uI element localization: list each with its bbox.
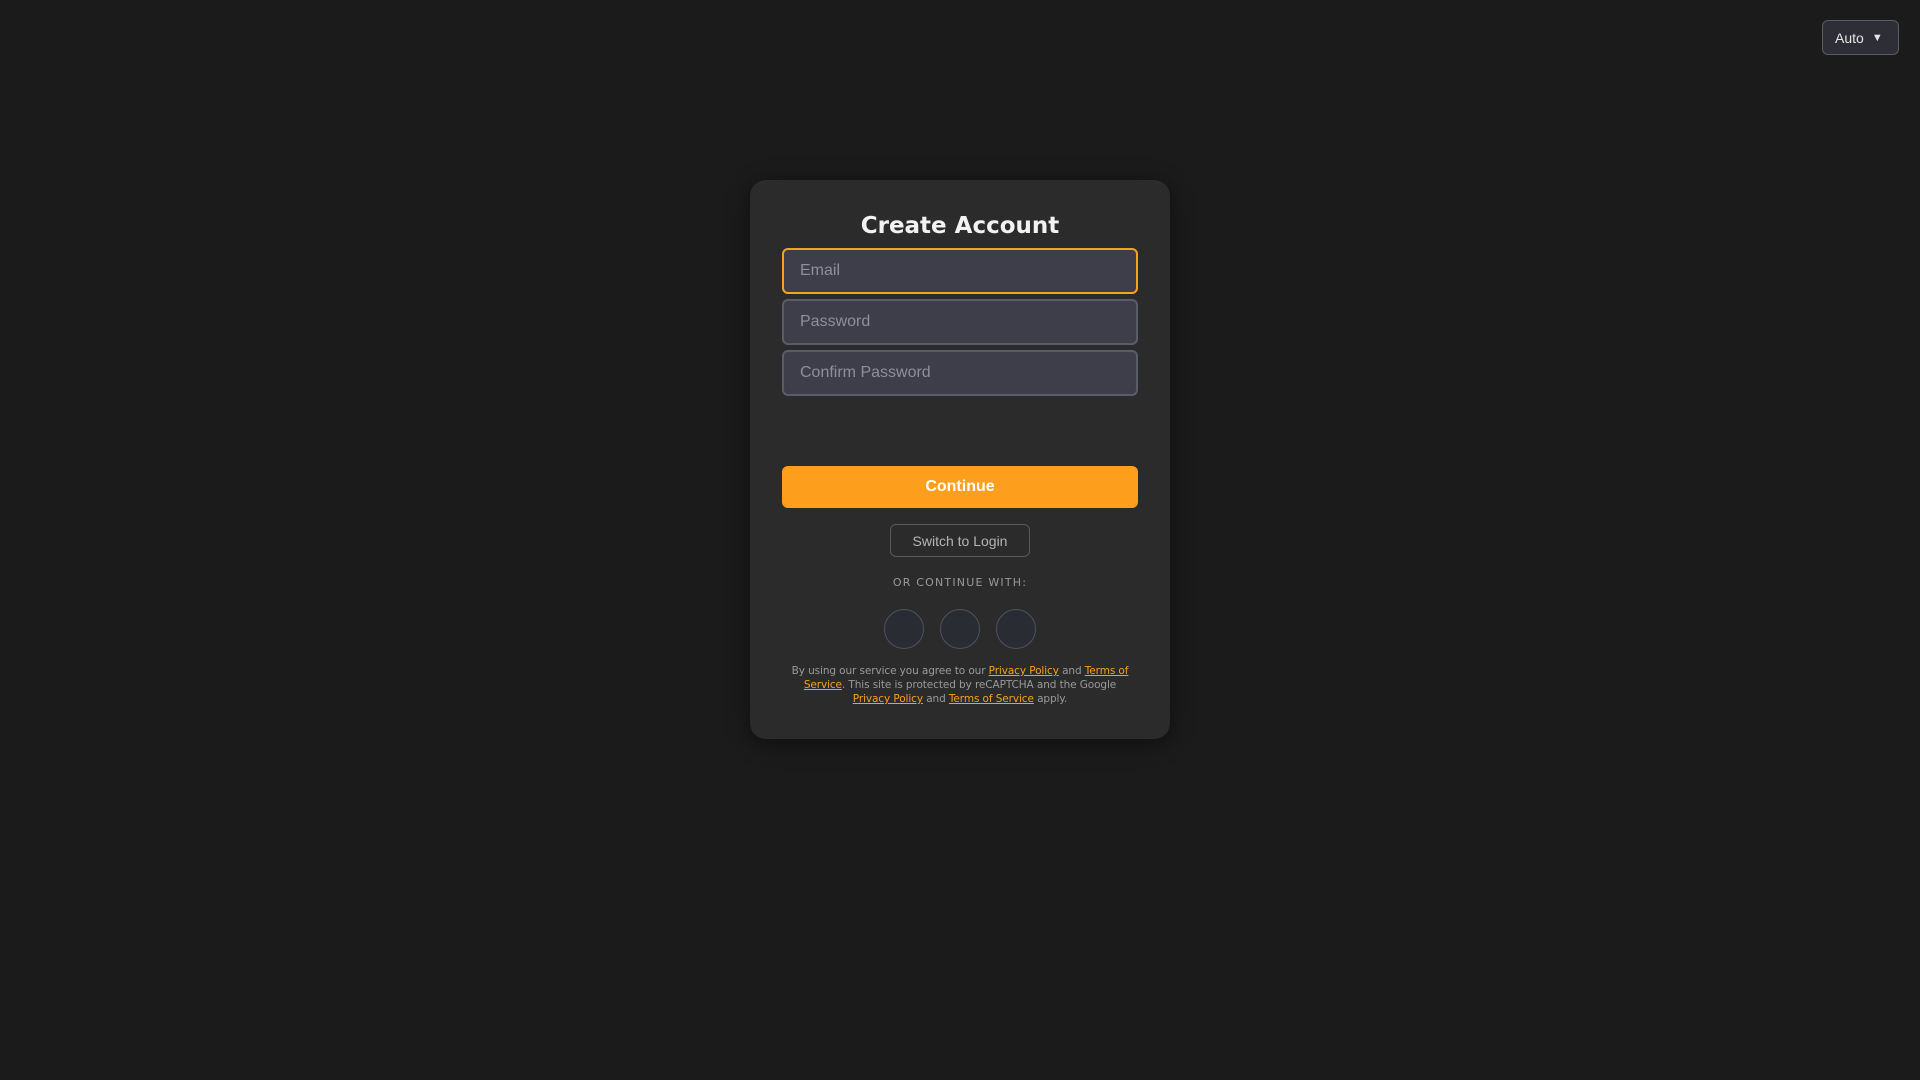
privacy-policy-link[interactable]: Privacy Policy xyxy=(989,665,1059,677)
email-field[interactable] xyxy=(782,248,1138,294)
chevron-down-icon: ▼ xyxy=(1871,31,1883,44)
page-title: Create Account xyxy=(860,213,1060,239)
legal-text: . This site is protected by reCAPTCHA an… xyxy=(841,679,1117,691)
switch-to-login-button[interactable]: Switch to Login xyxy=(890,524,1030,557)
social-login-button-1[interactable] xyxy=(884,609,924,649)
password-field[interactable] xyxy=(782,299,1138,345)
confirm-password-field[interactable] xyxy=(782,350,1138,396)
social-login-row xyxy=(884,609,1036,649)
legal-text: and xyxy=(922,693,949,705)
google-terms-of-service-link[interactable]: Terms of Service xyxy=(949,693,1034,705)
legal-text: apply. xyxy=(1033,693,1068,705)
theme-select[interactable]: Auto ▼ xyxy=(1822,20,1899,55)
continue-with-label: OR CONTINUE WITH: xyxy=(892,576,1028,589)
continue-button[interactable]: Continue xyxy=(782,466,1138,508)
google-privacy-policy-link[interactable]: Privacy Policy xyxy=(853,693,923,705)
social-login-button-3[interactable] xyxy=(996,609,1036,649)
legal-text: By using our service you agree to our xyxy=(791,665,989,677)
social-login-button-2[interactable] xyxy=(940,609,980,649)
theme-select-value: Auto xyxy=(1835,29,1864,46)
legal-text: and xyxy=(1058,665,1085,677)
signup-card: Create Account Continue Switch to Login … xyxy=(750,180,1170,739)
legal-notice: By using our service you agree to our Pr… xyxy=(784,664,1136,706)
